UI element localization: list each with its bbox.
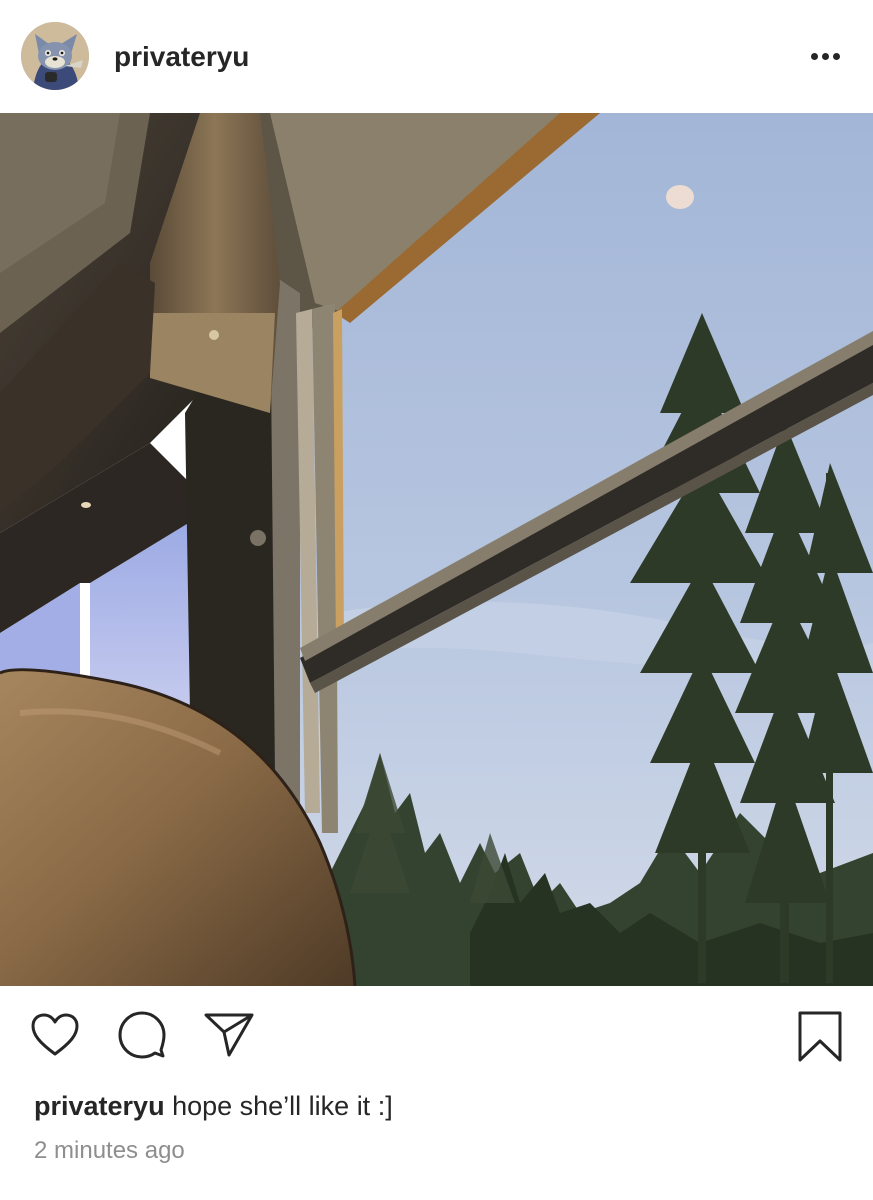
post-username[interactable]: privateryu [114,40,249,74]
caption-username[interactable]: privateryu [34,1091,165,1121]
more-horizontal-icon [822,53,829,60]
post-caption: privateryu hope she’ll like it :] [34,1088,393,1124]
more-horizontal-icon [811,53,818,60]
caption-text: hope she’ll like it :] [172,1091,393,1121]
post-photo[interactable] [0,113,873,986]
train-window-photo [0,113,873,986]
more-horizontal-icon [833,53,840,60]
paper-plane-icon[interactable] [203,1012,255,1058]
avatar[interactable] [21,22,89,90]
post-action-bar [0,986,873,1086]
post-header: privateryu [0,0,873,113]
avatar-cat-illustration [21,22,89,90]
bookmark-icon[interactable] [797,1010,843,1064]
post-timestamp: 2 minutes ago [34,1137,185,1164]
more-options-button[interactable] [800,38,852,74]
heart-icon[interactable] [30,1012,80,1058]
comment-bubble-icon[interactable] [117,1010,167,1060]
